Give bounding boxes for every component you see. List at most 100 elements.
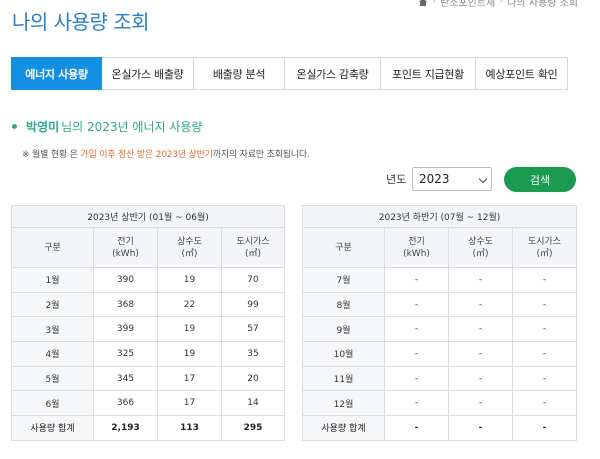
table-cell: 22 — [157, 291, 222, 318]
table-row: 11월 - - - — [302, 365, 577, 392]
total-row: 사용량 합계 - - - — [302, 415, 577, 441]
table-cell: 3월 — [11, 316, 94, 343]
table-cell: 7월 — [302, 267, 385, 293]
tab-ghg-emission[interactable]: 온실가스 배출량 — [102, 57, 194, 90]
table-cell: - — [448, 316, 513, 343]
bullet-icon — [12, 124, 17, 129]
table-cell: 6월 — [11, 390, 94, 417]
notice-highlight: 가입 이후 정산 받은 2023년 상반기 — [80, 150, 213, 160]
tab-expected-points[interactable]: 예상포인트 확인 — [476, 57, 568, 90]
table-cell: - — [384, 291, 449, 318]
table-cell: - — [448, 415, 513, 441]
table-row: 2월 368 22 99 — [11, 291, 285, 318]
tab-energy-usage[interactable]: 에너지 사용량 — [11, 57, 102, 90]
text: ※ 월별 현황 은 — [22, 150, 81, 160]
table-cell: - — [384, 267, 449, 293]
table-row: 5월 345 17 20 — [11, 365, 285, 392]
section-heading: 박영미 님의 2023년 에너지 사용량 — [12, 118, 202, 135]
breadcrumb-separator: › — [432, 0, 437, 7]
breadcrumb: › 탄소포인트제 › 나의 사용량 조회 — [418, 0, 578, 9]
text: (㎥) — [181, 248, 198, 259]
heading-text: 님의 2023년 에너지 사용량 — [61, 120, 203, 134]
table-row: 9월 - - - — [302, 316, 577, 343]
table-cell: 17 — [157, 390, 222, 417]
table-cell: 35 — [221, 341, 285, 367]
table-cell: 11월 — [302, 365, 385, 392]
text: 전기 — [408, 236, 425, 247]
column-header: 전기 (kWh) — [384, 227, 449, 268]
tab-point-payment[interactable]: 포인트 지급현황 — [381, 57, 476, 90]
table-cell: 70 — [221, 267, 285, 293]
table-cell: - — [448, 291, 513, 318]
text: (kWh) — [112, 248, 139, 259]
table-cell: 19 — [157, 316, 222, 343]
table-cell: 4월 — [11, 341, 94, 367]
text: 전기 — [117, 236, 134, 247]
table-cell: - — [384, 341, 449, 367]
table-cell: 57 — [221, 316, 285, 343]
table-cell: 368 — [93, 291, 158, 318]
table-row: 1월 390 19 70 — [11, 267, 285, 293]
page-title: 나의 사용량 조회 — [12, 10, 150, 34]
table-cell: 19 — [157, 267, 222, 293]
text: (㎥) — [536, 248, 553, 259]
chevron-down-icon — [478, 174, 488, 184]
tab-emission-analysis[interactable]: 배출량 분석 — [194, 57, 285, 90]
text: (㎥) — [472, 248, 489, 259]
table-cell: 2월 — [11, 291, 94, 318]
table-cell: 8월 — [302, 291, 385, 318]
table-cell: 1월 — [11, 267, 94, 293]
table-cell: 10월 — [302, 341, 385, 367]
table-row: 3월 399 19 57 — [11, 316, 285, 343]
search-button[interactable]: 검색 — [504, 167, 576, 192]
year-value: 2023 — [419, 172, 450, 186]
table-cell: 5월 — [11, 365, 94, 392]
table-caption: 2023년 하반기 (07월 ~ 12월) — [302, 205, 577, 228]
table-row: 7월 - - - — [302, 267, 577, 293]
table-cell: - — [512, 267, 577, 293]
column-header: 전기 (kWh) — [93, 227, 158, 268]
table-cell: - — [448, 365, 513, 392]
table-row: 6월 366 17 14 — [11, 390, 285, 417]
table-cell: - — [512, 365, 577, 392]
year-select[interactable]: 2023 — [412, 167, 492, 191]
table-cell: - — [512, 291, 577, 318]
table-cell: - — [448, 341, 513, 367]
table-cell: 325 — [93, 341, 158, 367]
table-caption: 2023년 상반기 (01월 ~ 06월) — [11, 205, 285, 228]
text: (kWh) — [403, 248, 430, 259]
home-icon[interactable] — [418, 0, 428, 7]
table-cell: 399 — [93, 316, 158, 343]
text: 도시가스 — [236, 236, 270, 247]
table-cell: - — [448, 267, 513, 293]
table-row: 12월 - - - — [302, 390, 577, 417]
column-header: 상수도 (㎥) — [448, 227, 513, 268]
table-cell: 113 — [157, 415, 222, 441]
table-cell: - — [384, 365, 449, 392]
total-row: 사용량 합계 2,193 113 295 — [11, 415, 285, 441]
table-cell: - — [512, 341, 577, 367]
year-label: 년도 — [386, 173, 407, 186]
table-cell: 14 — [221, 390, 285, 417]
user-name: 박영미 — [26, 120, 60, 134]
text: 상수도 — [177, 236, 202, 247]
text: 상수도 — [468, 236, 493, 247]
table-cell: 345 — [93, 365, 158, 392]
table-cell: - — [448, 390, 513, 417]
notice-text: ※ 월별 현황 은 가입 이후 정산 받은 2023년 상반기까지의 자료만 조… — [22, 147, 310, 160]
table-cell: - — [512, 415, 577, 441]
table-row: 8월 - - - — [302, 291, 577, 318]
table-cell: 20 — [221, 365, 285, 392]
column-header: 상수도 (㎥) — [157, 227, 222, 268]
table-cell: 390 — [93, 267, 158, 293]
breadcrumb-item[interactable]: 나의 사용량 조회 — [507, 0, 578, 9]
table-cell: 99 — [221, 291, 285, 318]
breadcrumb-item[interactable]: 탄소포인트제 — [440, 0, 495, 9]
column-header: 구분 — [302, 227, 385, 268]
table-cell: 12월 — [302, 390, 385, 417]
table-cell: 사용량 합계 — [302, 415, 385, 441]
tab-ghg-reduction[interactable]: 온실가스 감축량 — [285, 57, 381, 90]
table-cell: - — [384, 415, 449, 441]
table-cell: - — [384, 390, 449, 417]
tab-bar: 에너지 사용량 온실가스 배출량 배출량 분석 온실가스 감축량 포인트 지급현… — [11, 57, 568, 90]
